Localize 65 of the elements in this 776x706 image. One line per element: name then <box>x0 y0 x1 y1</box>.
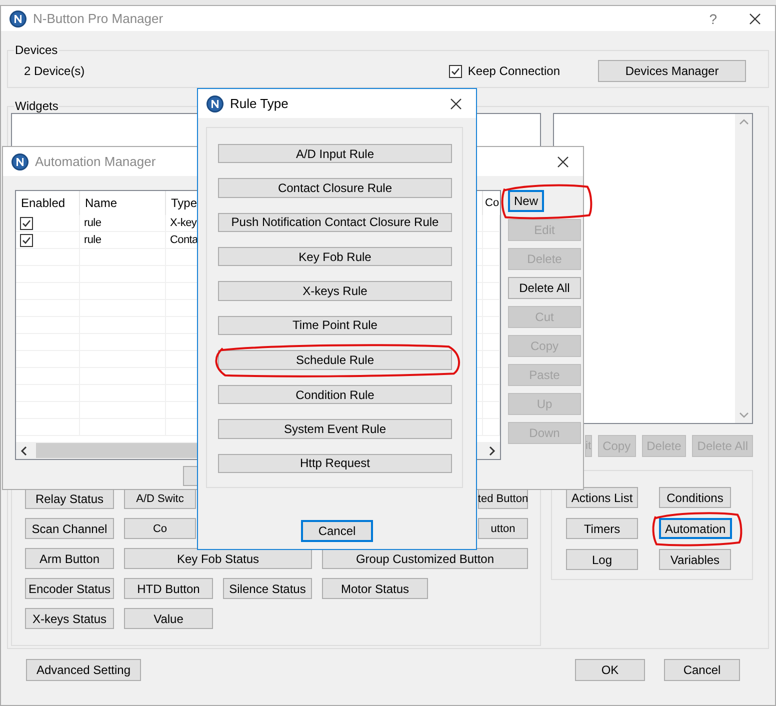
checkbox[interactable] <box>20 234 33 246</box>
button[interactable]: Relay Status <box>25 488 114 509</box>
button[interactable]: Push Notification Contact Closure Rule <box>218 212 452 232</box>
window-title: Rule Type <box>230 96 288 111</box>
button[interactable]: A/D Switc <box>124 488 196 509</box>
button[interactable]: Cancel <box>301 520 373 542</box>
button[interactable]: utton <box>478 518 528 539</box>
chevron-down-icon <box>738 411 748 419</box>
button[interactable]: X-keys Status <box>25 608 114 629</box>
button[interactable]: HTD Button <box>124 578 213 599</box>
button[interactable]: Http Request <box>218 454 452 473</box>
button[interactable]: Delete All <box>508 277 581 299</box>
close-icon <box>749 12 761 24</box>
button[interactable]: Co <box>124 518 196 539</box>
button[interactable]: System Event Rule <box>218 419 452 439</box>
button[interactable]: Advanced Setting <box>26 659 141 681</box>
button[interactable]: Cancel <box>664 659 740 681</box>
chevron-up-icon <box>738 118 748 126</box>
button[interactable]: New <box>508 190 544 212</box>
button[interactable]: Time Point Rule <box>218 316 452 335</box>
checkbox[interactable] <box>448 64 462 78</box>
button[interactable]: Key Fob Rule <box>218 246 452 266</box>
button[interactable]: Silence Status <box>223 578 312 599</box>
group-label: Devices <box>14 43 59 57</box>
button[interactable]: Encoder Status <box>25 578 114 599</box>
button[interactable]: ted Button <box>478 488 528 509</box>
window-title: N-Button Pro Manager <box>33 11 164 26</box>
button[interactable]: Devices Manager <box>598 60 746 82</box>
column-header[interactable]: Co <box>483 191 500 215</box>
chevron-left-icon <box>20 446 28 456</box>
button[interactable]: Value <box>124 608 213 629</box>
checkbox-label: Keep Connection <box>468 64 560 78</box>
button[interactable]: Automation <box>659 518 732 539</box>
scrollbar[interactable] <box>735 114 752 423</box>
close-icon <box>557 156 569 168</box>
table-cell: rule <box>80 232 166 248</box>
button[interactable]: OK <box>575 659 645 681</box>
button[interactable]: Variables <box>659 549 731 570</box>
button[interactable]: Motor Status <box>322 578 428 599</box>
button[interactable]: Conditions <box>659 487 731 508</box>
button[interactable]: Arm Button <box>25 548 114 569</box>
chevron-right-icon <box>488 446 496 456</box>
button[interactable]: Key Fob Status <box>124 548 312 569</box>
close-icon <box>450 98 462 110</box>
column-header[interactable]: Name <box>80 191 166 215</box>
app-icon <box>9 10 27 28</box>
button[interactable]: Contact Closure Rule <box>218 178 452 198</box>
app-icon <box>11 152 29 170</box>
button[interactable]: Timers <box>566 518 638 539</box>
button[interactable]: Scan Channel <box>25 518 114 539</box>
group-label: Widgets <box>14 99 60 113</box>
app-icon <box>206 94 224 112</box>
column-header[interactable]: Enabled <box>16 191 80 215</box>
button[interactable]: Schedule Rule <box>218 350 452 370</box>
button[interactable]: Group Customized Button <box>322 548 528 569</box>
device-count: 2 Device(s) <box>24 64 85 78</box>
help-button[interactable]: ? <box>709 10 717 26</box>
button[interactable]: Actions List <box>566 487 638 508</box>
button[interactable]: Condition Rule <box>218 384 452 404</box>
checkbox[interactable] <box>20 216 33 230</box>
table-cell: rule <box>80 215 166 231</box>
button[interactable]: A/D Input Rule <box>218 144 452 164</box>
window-title: Automation Manager <box>35 154 156 169</box>
button[interactable]: X-keys Rule <box>218 281 452 301</box>
button[interactable]: Log <box>566 549 638 570</box>
